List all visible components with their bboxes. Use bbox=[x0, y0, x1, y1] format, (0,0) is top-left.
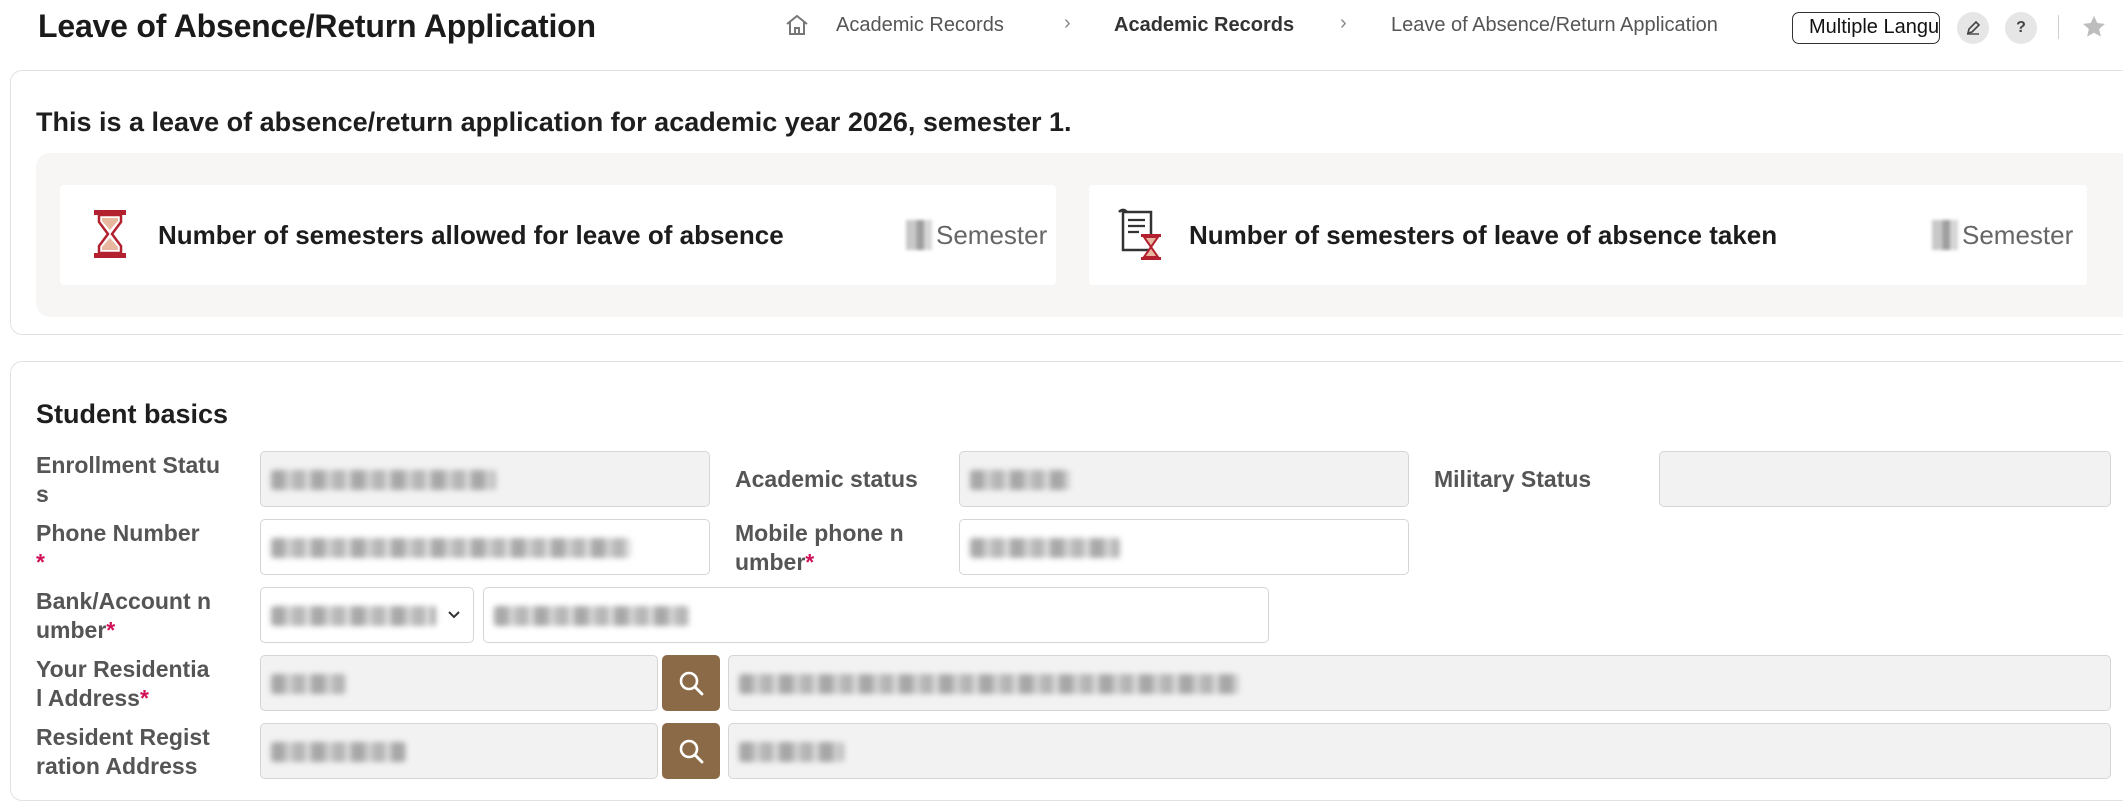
residential-address-label: Your Residentia l Address* bbox=[36, 656, 210, 711]
edit-icon[interactable] bbox=[1957, 12, 1989, 44]
breadcrumb-separator-icon: › bbox=[1340, 12, 1347, 34]
academic-status-field bbox=[959, 451, 1409, 507]
enrollment-status-field bbox=[260, 451, 710, 507]
taken-semesters-card: Number of semesters of leave of absence … bbox=[1089, 185, 2087, 285]
account-number-input[interactable] bbox=[483, 587, 1269, 643]
mobile-phone-input[interactable] bbox=[959, 519, 1409, 575]
mobile-phone-label: Mobile phone n umber* bbox=[735, 520, 904, 575]
registration-address-search-button[interactable] bbox=[662, 723, 720, 779]
intro-text: This is a leave of absence/return applic… bbox=[36, 107, 1072, 137]
taken-semesters-label: Number of semesters of leave of absence … bbox=[1189, 220, 1778, 250]
help-button[interactable]: ? bbox=[2005, 12, 2037, 44]
search-icon bbox=[679, 671, 704, 696]
registration-address-label: Resident Regist ration Address bbox=[36, 724, 210, 779]
registration-postcode-field bbox=[260, 723, 658, 779]
allowed-semesters-card: Number of semesters allowed for leave of… bbox=[60, 185, 1056, 285]
home-icon[interactable] bbox=[784, 13, 810, 37]
phone-number-label: Phone Number * bbox=[36, 520, 200, 575]
allowed-semesters-unit: Semester bbox=[936, 220, 1048, 250]
scroll-hourglass-icon bbox=[1118, 208, 1161, 260]
allowed-semesters-value: Semester bbox=[906, 220, 1047, 251]
taken-semesters-unit: Semester bbox=[1962, 220, 2074, 250]
bank-select[interactable] bbox=[260, 587, 474, 643]
page-header: Leave of Absence/Return Application Acad… bbox=[0, 0, 2123, 54]
hourglass-icon bbox=[94, 210, 126, 258]
page-title: Leave of Absence/Return Application bbox=[38, 8, 596, 44]
phone-number-input[interactable] bbox=[260, 519, 710, 575]
residential-address-field bbox=[728, 655, 2111, 711]
star-icon[interactable] bbox=[2080, 13, 2108, 41]
breadcrumb-separator-icon: › bbox=[1064, 12, 1071, 34]
section-title: Student basics bbox=[36, 399, 229, 429]
enrollment-status-label: Enrollment Statu s bbox=[36, 452, 221, 507]
breadcrumb-item-1[interactable]: Academic Records bbox=[836, 14, 1004, 37]
military-status-field bbox=[1659, 451, 2111, 507]
allowed-semesters-label: Number of semesters allowed for leave of… bbox=[158, 220, 784, 250]
taken-semesters-value: Semester bbox=[1932, 220, 2073, 251]
search-icon bbox=[679, 739, 704, 764]
language-select-button[interactable]: Multiple Languages bbox=[1792, 12, 1940, 44]
divider bbox=[2058, 15, 2059, 39]
academic-status-label: Academic status bbox=[735, 466, 918, 492]
residential-postcode-field bbox=[260, 655, 658, 711]
bank-account-label: Bank/Account n umber* bbox=[36, 588, 212, 643]
registration-address-field bbox=[728, 723, 2111, 779]
redacted-value bbox=[1932, 220, 1958, 250]
chevron-down-icon bbox=[448, 611, 460, 619]
military-status-label: Military Status bbox=[1434, 466, 1592, 492]
redacted-value bbox=[906, 220, 932, 250]
residential-address-search-button[interactable] bbox=[662, 655, 720, 711]
breadcrumb-item-2[interactable]: Academic Records bbox=[1114, 14, 1294, 37]
breadcrumb-item-3: Leave of Absence/Return Application bbox=[1391, 14, 1718, 36]
